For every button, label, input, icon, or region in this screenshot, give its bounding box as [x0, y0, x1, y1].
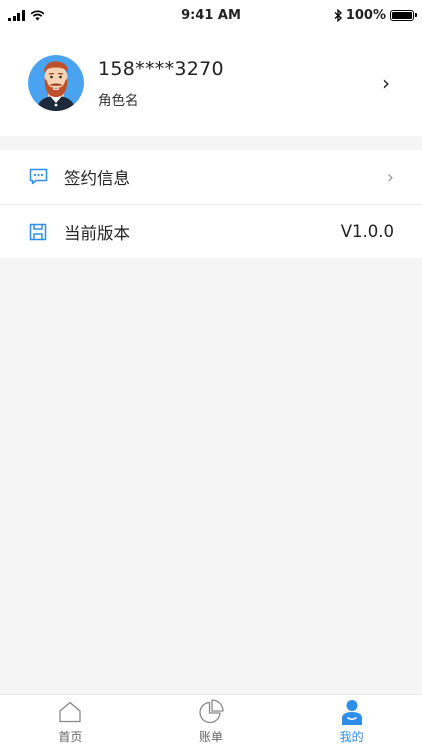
signal-icon [8, 9, 25, 21]
menu-item-current-version[interactable]: 当前版本 V1.0.0 [0, 204, 422, 258]
tab-bills[interactable]: 账单 [141, 695, 282, 750]
home-icon [56, 698, 84, 726]
menu-label-contract-info: 签约信息 [64, 169, 130, 188]
profile-text: 158****3270 角色名 [98, 58, 382, 109]
tab-mine-label: 我的 [339, 730, 364, 744]
battery-percent: 100% [345, 7, 386, 23]
status-left [8, 9, 45, 21]
chevron-right-icon[interactable]: › [382, 71, 390, 95]
user-icon [338, 698, 366, 726]
floppy-icon [28, 222, 48, 242]
chevron-right-icon: › [386, 166, 394, 188]
settings-menu: 签约信息 › 当前版本 V1.0.0 [0, 150, 422, 258]
wifi-icon [30, 9, 44, 20]
tab-mine[interactable]: 我的 [281, 695, 422, 750]
status-right: 100% [334, 7, 417, 23]
menu-label-current-version: 当前版本 [64, 223, 130, 243]
bluetooth-icon [334, 8, 342, 22]
status-bar: 9:41 AM 100% [0, 0, 422, 30]
profile-card[interactable]: 158****3270 角色名 › [0, 30, 422, 136]
version-value: V1.0.0 [340, 222, 394, 241]
menu-item-contract-info[interactable]: 签约信息 › [0, 150, 422, 204]
tab-bar: 首页 账单 我的 [0, 694, 422, 750]
profile-role: 角色名 [98, 92, 139, 109]
avatar[interactable] [28, 55, 84, 111]
tab-bills-label: 账单 [199, 730, 224, 744]
battery-fill [392, 11, 412, 19]
battery-icon [390, 9, 417, 21]
chat-bubble-icon [28, 167, 48, 187]
tab-home-label: 首页 [58, 730, 83, 744]
profile-phone: 158****3270 [98, 57, 224, 80]
tab-home[interactable]: 首页 [0, 695, 141, 750]
pie-chart-icon [197, 698, 225, 726]
